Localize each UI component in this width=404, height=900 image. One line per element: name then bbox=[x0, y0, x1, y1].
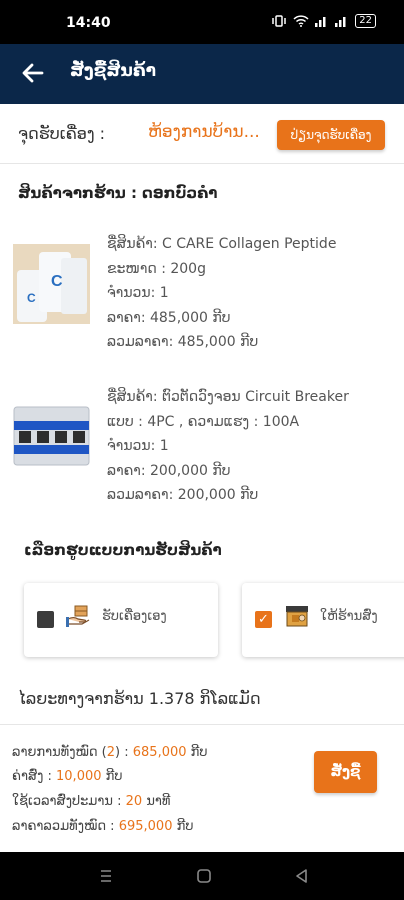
grand-label: ລາຄາລວມທັງໝົດ : bbox=[12, 819, 119, 834]
back-icon[interactable] bbox=[292, 866, 312, 886]
signal-icon bbox=[315, 17, 326, 27]
signal-icon-2 bbox=[335, 17, 346, 27]
product-item: C C ຊື່ສິນຄ້າ: C CARE Collagen Peptide ຂ… bbox=[0, 232, 404, 362]
product-total: ລວມລາຄາ: 200,000 ກີບ bbox=[107, 487, 259, 503]
battery-icon: 22 bbox=[355, 14, 376, 28]
product-spec: ຂະໜາດ : 200g bbox=[107, 260, 206, 277]
status-icons: 22 bbox=[271, 14, 376, 28]
back-arrow-icon[interactable] bbox=[20, 60, 46, 86]
change-pickup-button[interactable]: ປ່ຽນຈຸດຮັບເຄື່ອງ bbox=[277, 120, 385, 150]
pickup-label: ຈຸດຮັບເຄື່ອງ : bbox=[18, 124, 106, 143]
items-currency: ກີບ bbox=[186, 745, 208, 760]
shop-delivery-checkbox[interactable]: ✓ bbox=[255, 611, 272, 628]
product-spec: ແບບ : 4PC , ຄວາມແຮງ : 100A bbox=[107, 413, 300, 430]
change-pickup-button-label: ປ່ຽນຈຸດຮັບເຄື່ອງ bbox=[290, 128, 372, 142]
status-bar: 14:40 22 bbox=[0, 0, 404, 44]
vibrate-icon bbox=[272, 15, 287, 27]
pickup-value: ຫ້ອງການບ້ານ... bbox=[148, 122, 260, 142]
collagen-product-image: C C bbox=[13, 244, 90, 324]
product-item: ຊື່ສິນຄ້າ: ຕົວຕັດວົງຈອນ Circuit Breaker … bbox=[0, 385, 404, 515]
app-bar: ສັ່ງຊື້ສິນຄ້າ bbox=[0, 44, 404, 104]
hand-box-icon bbox=[66, 605, 90, 627]
time-label: ໃຊ້ເວລາສົ່ງປະມານ : bbox=[12, 794, 126, 809]
shipping-amount: 10,000 bbox=[56, 769, 102, 784]
order-button-label: ສັ່ງຊື້ bbox=[330, 764, 361, 780]
shipping-label: ຄ່າສົ່ງ : bbox=[12, 769, 57, 784]
system-nav-bar bbox=[0, 852, 404, 900]
product-price: ລາຄາ: 200,000 ກີບ bbox=[107, 462, 231, 479]
product-info: ຊື່ສິນຄ້າ: C CARE Collagen Peptide ຂະໜາດ… bbox=[107, 232, 336, 355]
items-amount: 685,000 bbox=[132, 745, 187, 760]
status-time: 14:40 bbox=[66, 15, 111, 31]
self-pickup-checkbox[interactable] bbox=[37, 611, 54, 628]
self-pickup-label: ຮັບເຄື່ອງເອງ bbox=[102, 609, 167, 624]
product-info: ຊື່ສິນຄ້າ: ຕົວຕັດວົງຈອນ Circuit Breaker … bbox=[107, 385, 349, 508]
product-qty: ຈໍານວນ: 1 bbox=[107, 438, 169, 454]
items-close: ) : bbox=[115, 745, 133, 760]
shipping-currency: ກີບ bbox=[101, 769, 123, 784]
product-total: ລວມລາຄາ: 485,000 ກີບ bbox=[107, 334, 259, 350]
time-amount: 20 bbox=[125, 794, 143, 809]
time-unit: ນາທີ bbox=[142, 794, 171, 809]
home-icon[interactable] bbox=[194, 866, 214, 886]
delivery-title: ເລືອກຮູບແບບການຮັບສິນຄ້າ bbox=[24, 541, 222, 559]
distance-text: ໄລຍະທາງຈາກຮ້ານ 1.378 ກິໂລແມັດ bbox=[18, 689, 261, 708]
option-shop-delivery[interactable]: ✓ ໃຫ້ຮ້ານສົ່ງ bbox=[242, 583, 404, 657]
delivery-icon bbox=[286, 606, 308, 627]
order-button[interactable]: ສັ່ງຊື້ bbox=[314, 751, 377, 793]
grand-amount: 695,000 bbox=[118, 819, 173, 834]
summary-time: ໃຊ້ເວລາສົ່ງປະມານ : 20 ນາທີ bbox=[12, 794, 170, 809]
svg-text:C: C bbox=[51, 273, 63, 290]
product-price: ລາຄາ: 485,000 ກີບ bbox=[107, 309, 231, 326]
product-name: ຊື່ສິນຄ້າ: C CARE Collagen Peptide bbox=[107, 236, 337, 252]
page-title: ສັ່ງຊື້ສິນຄ້າ bbox=[70, 61, 156, 81]
option-self-pickup[interactable]: ຮັບເຄື່ອງເອງ bbox=[24, 583, 218, 657]
recent-apps-icon[interactable] bbox=[96, 866, 116, 886]
items-label: ລາຍການທັງໝົດ ( bbox=[12, 745, 107, 760]
shop-title: ສິນຄ້າຈາກຮ້ານ : ດອກບົວຄໍາ bbox=[18, 184, 218, 202]
summary-items: ລາຍການທັງໝົດ (2) : 685,000 ກີບ bbox=[12, 745, 208, 760]
wifi-icon bbox=[293, 15, 309, 27]
items-count: 2 bbox=[106, 745, 116, 760]
summary-shipping: ຄ່າສົ່ງ : 10,000 ກີບ bbox=[12, 769, 123, 784]
summary-grand-total: ລາຄາລວມທັງໝົດ : 695,000 ກີບ bbox=[12, 819, 193, 834]
product-name: ຊື່ສິນຄ້າ: ຕົວຕັດວົງຈອນ Circuit Breaker bbox=[107, 389, 349, 405]
shop-delivery-label: ໃຫ້ຮ້ານສົ່ງ bbox=[320, 609, 378, 624]
grand-currency: ກີບ bbox=[172, 819, 194, 834]
svg-text:C: C bbox=[27, 291, 36, 305]
circuit-breaker-product-image bbox=[13, 397, 90, 477]
product-qty: ຈໍານວນ: 1 bbox=[107, 285, 169, 301]
